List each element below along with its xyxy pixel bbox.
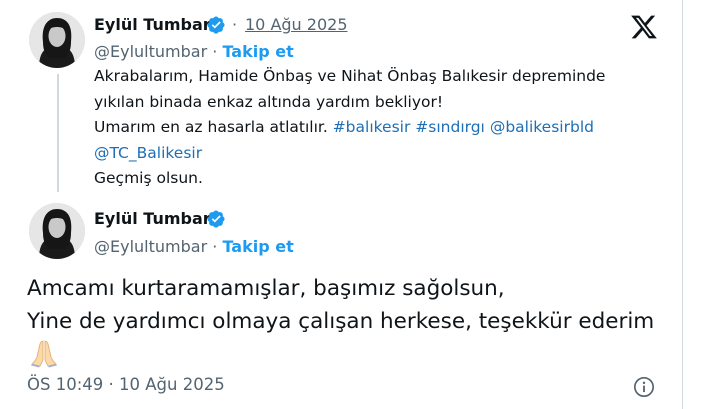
embedded-tweet-card: Eylül Tumbar · 10 Ağu 2025 @Eylultumbar … <box>0 0 683 409</box>
handle-row: @Eylultumbar · Takip et <box>94 237 294 256</box>
info-icon[interactable] <box>633 376 655 398</box>
main-tweet-text: Amcamı kurtaramamışlar, başımız sağolsun… <box>27 272 654 338</box>
handle-row: @Eylultumbar · Takip et <box>94 42 294 61</box>
tweet-text-line: Yine de yardımcı olmaya çalışan herkese,… <box>27 309 655 334</box>
avatar-photo <box>29 12 85 68</box>
separator: · <box>212 42 218 61</box>
tweet-text-line: Akrabalarım, Hamide Önbaş ve Nihat Önbaş… <box>94 67 606 85</box>
avatar-photo <box>29 203 85 259</box>
mention-link[interactable]: @balikesirbld <box>490 118 594 136</box>
mention-link[interactable]: @TC_Balikesir <box>94 144 202 162</box>
author-name[interactable]: Eylül Tumbar <box>94 209 211 228</box>
thread-connector <box>57 74 59 192</box>
author-handle[interactable]: @Eylultumbar <box>94 42 207 61</box>
tweet-text-line: Amcamı kurtaramamışlar, başımız sağolsun… <box>27 276 505 301</box>
avatar[interactable] <box>29 12 85 68</box>
avatar[interactable] <box>29 203 85 259</box>
tweet-text-line: Umarım en az hasarla atlatılır. #balıkes… <box>94 115 605 141</box>
x-logo-icon[interactable] <box>630 13 658 41</box>
tweet-date-link[interactable]: 10 Ağu 2025 <box>245 15 348 34</box>
folded-hands-emoji-icon <box>31 340 57 368</box>
follow-button[interactable]: Takip et <box>222 42 293 61</box>
verified-badge-icon <box>207 16 225 34</box>
author-name[interactable]: Eylül Tumbar <box>94 15 211 34</box>
hashtag-link[interactable]: #sındırgı <box>415 118 485 136</box>
verified-badge-icon <box>207 210 225 228</box>
tweet-timestamp[interactable]: ÖS 10:49 · 10 Ağu 2025 <box>27 375 225 394</box>
separator: · <box>212 237 218 256</box>
tweet-text-line: Geçmiş olsun. <box>94 169 203 187</box>
follow-button[interactable]: Takip et <box>222 237 293 256</box>
tweet-text-segment: Umarım en az hasarla atlatılır. <box>94 118 333 136</box>
tweet-text-line: yıkılan binada enkaz altında yardım bekl… <box>94 92 444 111</box>
separator: · <box>232 15 238 34</box>
tweet-text-line: @TC_Balikesir <box>94 141 605 167</box>
hashtag-link[interactable]: #balıkesir <box>333 118 411 136</box>
author-handle[interactable]: @Eylultumbar <box>94 237 207 256</box>
reply-tweet-text: Akrabalarım, Hamide Önbaş ve Nihat Önbaş… <box>94 64 605 192</box>
